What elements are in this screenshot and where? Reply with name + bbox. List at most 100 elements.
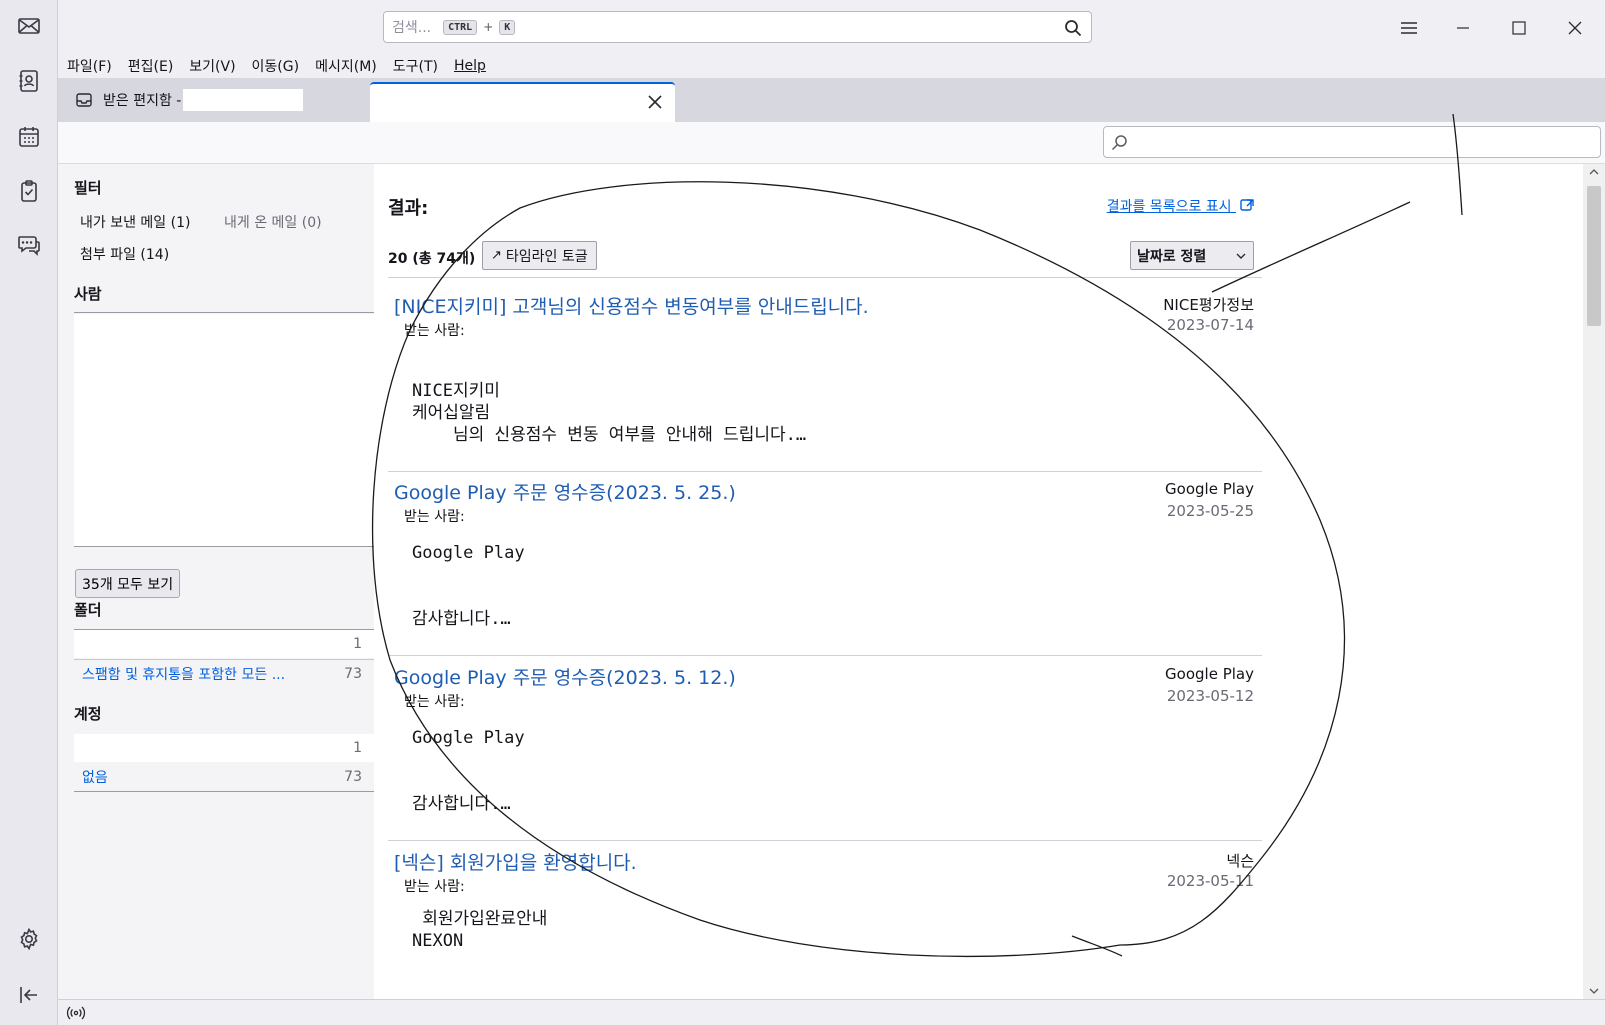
message-recipient: 받는 사람:: [404, 323, 465, 339]
sort-label: 날짜로 정렬: [1137, 248, 1207, 265]
tab-inbox[interactable]: 받은 편지함 -: [65, 82, 370, 118]
message-snippet: NICE지키미 케어십알림 님의 신용점수 변동 여부를 안내해 드립니다.…: [412, 381, 807, 445]
message-sender: NICE평가정보: [1163, 296, 1254, 314]
message-date: 2023-05-11: [1166, 872, 1254, 890]
app-menu-icon[interactable]: [1395, 14, 1423, 42]
menu-help[interactable]: Help: [454, 58, 486, 74]
folder-row[interactable]: 스팸함 및 휴지통을 포함한 모든 ... 73: [74, 660, 374, 688]
quick-search-input[interactable]: [1103, 126, 1601, 158]
message-snippet: Google Play 감사합니다.…: [412, 728, 525, 814]
redacted-region: [183, 89, 304, 111]
maximize-icon[interactable]: [1505, 14, 1533, 42]
message-sender: Google Play: [1165, 665, 1254, 683]
collapse-icon[interactable]: [14, 980, 44, 1010]
message-date: 2023-05-25: [1166, 502, 1254, 520]
folder-row[interactable]: 1: [74, 630, 374, 658]
calendar-icon[interactable]: [14, 122, 44, 152]
filter-sent-by-me[interactable]: 내가 보낸 메일 (1): [80, 212, 190, 232]
message-recipient: 받는 사람:: [404, 509, 465, 525]
message-subject-link[interactable]: [넥슨] 회원가입을 환영합니다.: [394, 848, 637, 875]
message-subject-link[interactable]: [NICE지키미] 고객님의 신용점수 변동여부를 안내드립니다.: [394, 292, 869, 319]
message-date: 2023-05-12: [1166, 687, 1254, 705]
folder-name: 스팸함 및 휴지통을 포함한 모든 ...: [82, 667, 286, 683]
scroll-thumb[interactable]: [1587, 186, 1601, 326]
result-message: [넥슨] 회원가입을 환영합니다. 받는 사람: 넥슨 2023-05-11 회…: [388, 834, 1262, 974]
message-subject-link[interactable]: Google Play 주문 영수증(2023. 5. 12.): [394, 663, 736, 690]
menu-message[interactable]: 메시지(M): [315, 56, 377, 76]
search-icon[interactable]: [1063, 18, 1083, 38]
account-row[interactable]: 없음 73: [74, 763, 374, 791]
scrollbar[interactable]: [1583, 164, 1605, 999]
divider: [74, 791, 374, 792]
scroll-down-icon[interactable]: [1589, 987, 1599, 995]
divider: [74, 312, 374, 313]
results-title: 결과:: [388, 198, 429, 219]
account-count: 73: [344, 769, 362, 785]
scroll-up-icon[interactable]: [1589, 168, 1599, 176]
tab-search-results[interactable]: [370, 82, 675, 122]
menu-file[interactable]: 파일(F): [67, 56, 112, 76]
settings-icon[interactable]: [14, 924, 44, 954]
tasks-icon[interactable]: [14, 176, 44, 206]
results-pane: 결과: 결과를 목록으로 표시 20 (총 74개) ↗ 타임라인 토글 날짜로…: [374, 164, 1262, 999]
message-toolbar: [58, 122, 1605, 164]
people-list: [74, 314, 374, 546]
external-list-icon: [1240, 199, 1254, 211]
status-bar: [58, 999, 1605, 1025]
message-sender: Google Play: [1165, 480, 1254, 498]
search-results-view: 필터 내가 보낸 메일 (1) 내게 온 메일 (0) 첨부 파일 (14) 사…: [58, 164, 1605, 999]
timeline-label: 타임라인 토글: [505, 248, 588, 265]
message-subject-link[interactable]: Google Play 주문 영수증(2023. 5. 25.): [394, 478, 736, 505]
chevron-down-icon: [1236, 253, 1246, 259]
minimize-icon[interactable]: [1449, 14, 1477, 42]
message-date: 2023-07-14: [1166, 316, 1254, 334]
search-icon: [1111, 135, 1127, 151]
result-message: [NICE지키미] 고객님의 신용점수 변동여부를 안내드립니다. 받는 사람:…: [388, 278, 1262, 472]
message-sender: 넥슨: [1226, 852, 1254, 870]
shortcut-key-ctrl: CTRL: [443, 19, 478, 35]
online-status-icon[interactable]: [66, 1005, 86, 1021]
results-count: 20 (총 74개): [388, 251, 476, 267]
account-row[interactable]: 1: [74, 734, 374, 762]
show-as-list-link[interactable]: 결과를 목록으로 표시: [1107, 196, 1254, 216]
filter-attachments[interactable]: 첨부 파일 (14): [80, 244, 169, 264]
result-message: Google Play 주문 영수증(2023. 5. 25.) 받는 사람: …: [388, 464, 1262, 650]
facets-sidebar: 필터 내가 보낸 메일 (1) 내게 온 메일 (0) 첨부 파일 (14) 사…: [58, 164, 374, 999]
folder-heading: 폴더: [74, 601, 102, 619]
mail-icon[interactable]: [14, 11, 44, 41]
account-count: 1: [353, 740, 362, 756]
menu-go[interactable]: 이동(G): [252, 56, 300, 76]
shortcut-key-k: K: [499, 19, 516, 35]
divider: [74, 546, 374, 547]
search-placeholder: 검색...: [392, 20, 432, 36]
sort-by-date-button[interactable]: 날짜로 정렬: [1130, 241, 1254, 270]
folder-count: 1: [353, 636, 362, 652]
trend-icon: ↗: [491, 248, 502, 263]
filter-heading: 필터: [74, 179, 102, 197]
show-all-people-button[interactable]: 35개 모두 보기: [75, 569, 181, 598]
close-tab-icon[interactable]: [645, 92, 665, 112]
account-heading: 계정: [74, 705, 102, 723]
menu-tools[interactable]: 도구(T): [393, 56, 438, 76]
title-bar: 검색... CTRL + K: [58, 0, 1605, 54]
address-book-icon[interactable]: [14, 66, 44, 96]
message-recipient: 받는 사람:: [404, 879, 465, 895]
shortcut-plus: +: [483, 20, 494, 34]
inbox-icon: [76, 93, 92, 107]
tab-inbox-title: 받은 편지함 -: [103, 93, 182, 109]
tab-strip: 받은 편지함 -: [58, 78, 1605, 122]
spaces-toolbar: [0, 0, 58, 1025]
close-window-icon[interactable]: [1561, 14, 1589, 42]
result-message: Google Play 주문 영수증(2023. 5. 12.) 받는 사람: …: [388, 649, 1262, 835]
global-search-input[interactable]: 검색... CTRL + K: [383, 11, 1092, 43]
menu-edit[interactable]: 편집(E): [128, 56, 174, 76]
chat-icon[interactable]: [14, 230, 44, 260]
account-name: 없음: [82, 770, 108, 786]
filter-sent-to-me[interactable]: 내게 온 메일 (0): [224, 212, 322, 232]
show-as-list-label: 결과를 목록으로 표시: [1106, 199, 1232, 215]
menu-bar: 파일(F) 편집(E) 보기(V) 이동(G) 메시지(M) 도구(T) Hel…: [58, 54, 1605, 78]
folder-count: 73: [344, 666, 362, 682]
timeline-toggle-button[interactable]: ↗ 타임라인 토글: [482, 241, 597, 270]
menu-view[interactable]: 보기(V): [189, 56, 235, 76]
people-heading: 사람: [74, 285, 102, 303]
